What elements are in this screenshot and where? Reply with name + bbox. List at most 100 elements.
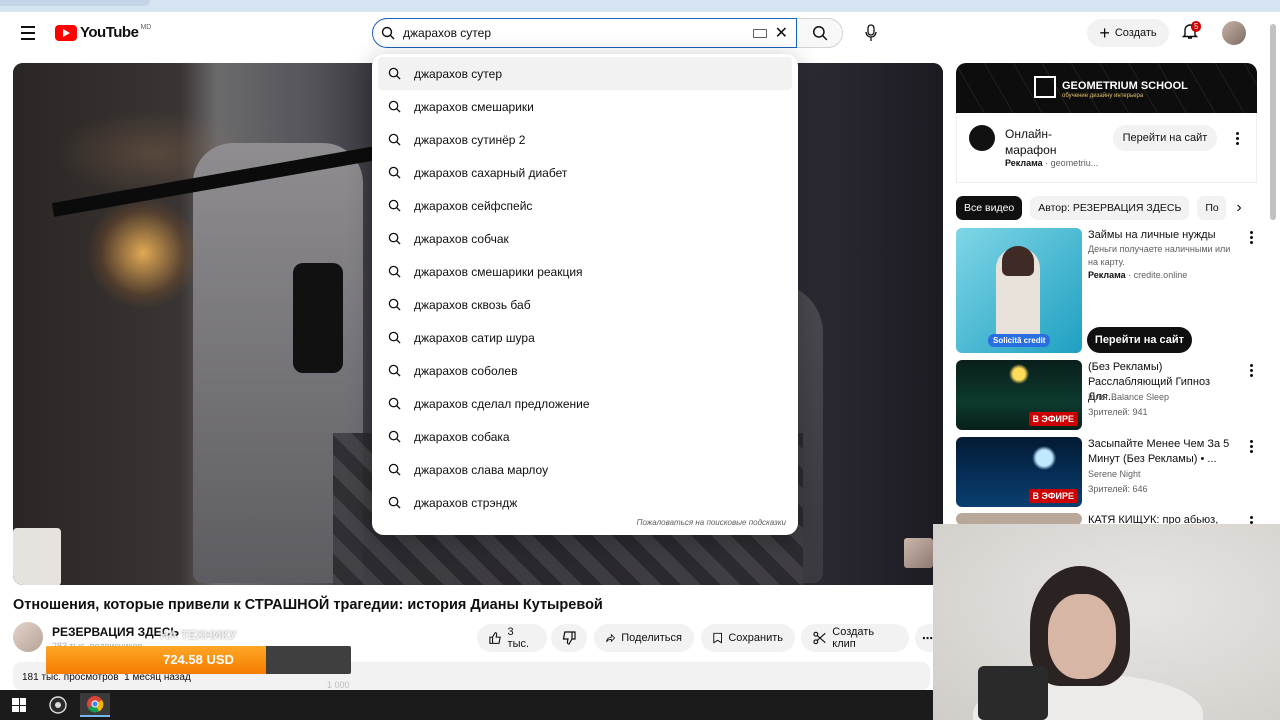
donation-progress-bar: 724.58 USD — [46, 646, 351, 674]
suggestion-item[interactable]: джарахов сделал предложение — [378, 387, 792, 420]
os-taskbar — [0, 690, 933, 720]
masthead: YouTube MD ✕ + Создать 5 — [0, 12, 1280, 54]
clear-search-button[interactable]: ✕ — [775, 23, 788, 43]
browser-active-tab[interactable] — [0, 0, 150, 6]
video-title: Отношения, которые привели к СТРАШНОЙ тр… — [13, 597, 603, 613]
suggestion-text: джарахов сутинёр 2 — [414, 132, 526, 147]
suggestion-text: джарахов сахарный диабет — [414, 165, 568, 180]
suggestion-text: джарахов сквозь баб — [414, 297, 531, 312]
overlay-avatar — [904, 538, 933, 568]
suggestion-text: джарахов сатир шура — [414, 330, 535, 345]
suggestion-item[interactable]: джарахов слава марлоу — [378, 453, 792, 486]
search-icon — [388, 199, 414, 212]
suggestion-item[interactable]: джарахов сутинёр 2 — [378, 123, 792, 156]
rec-item[interactable]: В ЭФИРЕ (Без Рекламы) Расслабляющий Гипн… — [956, 360, 1256, 430]
rec-viewers: Зрителей: 646 — [1088, 484, 1148, 494]
suggestion-item[interactable]: джарахов смешарики — [378, 90, 792, 123]
rec-ad-cta-button[interactable]: Перейти на сайт — [1087, 327, 1192, 353]
search-box: ✕ — [372, 18, 797, 48]
suggestion-item[interactable]: джарахов сатир шура — [378, 321, 792, 354]
notifications-button[interactable]: 5 — [1180, 21, 1204, 45]
search-icon — [388, 430, 414, 443]
channel-avatar[interactable] — [13, 622, 43, 652]
thumbs-down-icon — [562, 631, 576, 645]
search-suggestions: джарахов сутер джарахов смешарики джарах… — [372, 54, 798, 535]
suggestion-item[interactable]: джарахов сутер — [378, 57, 792, 90]
more-vert-icon[interactable] — [1246, 231, 1256, 244]
create-label: Создать — [1114, 27, 1157, 39]
suggestion-item[interactable]: джарахов собчак — [378, 222, 792, 255]
live-badge: В ЭФИРЕ — [1028, 412, 1078, 426]
search-button[interactable] — [797, 18, 843, 48]
more-vert-icon[interactable] — [1246, 440, 1256, 453]
country-code: MD — [140, 24, 152, 31]
thumb-caption: Solicită credit — [988, 334, 1051, 347]
ad-meta: Реклама · geometriu... — [1005, 158, 1099, 168]
rec-viewers: Зрителей: 941 — [1088, 407, 1148, 417]
search-icon — [388, 496, 414, 509]
keyboard-icon[interactable] — [752, 28, 767, 38]
play-logo-icon — [55, 24, 77, 41]
chip-more[interactable]: По — [1197, 196, 1227, 220]
voice-search-button[interactable] — [855, 18, 887, 48]
suggestion-text: джарахов соболев — [414, 363, 518, 378]
suggestion-item[interactable]: джарахов стрэндж — [378, 486, 792, 519]
taskbar-obs-icon[interactable] — [43, 693, 73, 717]
search-input[interactable] — [403, 26, 753, 40]
windows-start-icon[interactable] — [12, 698, 26, 712]
rec-ad-meta: Реклама · credite.online — [1088, 270, 1188, 280]
share-label: Поделиться — [621, 632, 682, 644]
ad-title: Онлайн-марафон — [1005, 127, 1057, 157]
suggestion-text: джарахов собчак — [414, 231, 509, 246]
suggestion-item[interactable]: джарахов сахарный диабет — [378, 156, 792, 189]
more-vert-icon[interactable] — [1246, 516, 1256, 524]
menu-icon[interactable] — [17, 22, 39, 44]
brand-logo-icon — [1034, 76, 1056, 98]
microphone-icon — [865, 24, 877, 41]
rec-thumbnail: Solicită credit — [956, 228, 1082, 353]
chip-all-videos[interactable]: Все видео — [956, 196, 1023, 220]
suggestion-item[interactable]: джарахов сквозь баб — [378, 288, 792, 321]
report-suggestions-link[interactable]: Пожаловаться на поисковые подсказки — [637, 518, 786, 527]
search-icon — [388, 232, 414, 245]
rec-item[interactable]: В ЭФИРЕ Засыпайте Менее Чем За 5 Минут (… — [956, 437, 1256, 507]
more-actions-button[interactable]: ⋯ — [915, 624, 933, 652]
suggestion-item[interactable]: джарахов сейфспейс — [378, 189, 792, 222]
chip-author[interactable]: Автор: РЕЗЕРВАЦИЯ ЗДЕСЬ — [1030, 196, 1190, 220]
create-clip-button[interactable]: Создать клип — [801, 624, 909, 652]
webcam-noodle-cup — [978, 666, 1048, 720]
suggestion-text: джарахов слава марлоу — [414, 462, 549, 477]
dislike-button[interactable] — [551, 624, 587, 652]
suggestion-item[interactable]: джарахов собака — [378, 420, 792, 453]
like-button[interactable]: 3 тыс. — [477, 624, 547, 652]
more-vert-icon[interactable] — [1246, 364, 1256, 377]
rec-channel: Serene Night — [1088, 469, 1141, 479]
account-avatar[interactable] — [1222, 21, 1246, 45]
chevron-right-icon[interactable]: › — [1226, 196, 1252, 220]
youtube-logo[interactable]: YouTube MD — [55, 24, 151, 41]
search-icon — [388, 100, 414, 113]
suggestion-text: джарахов сейфспейс — [414, 198, 533, 213]
suggestion-text: джарахов смешарики — [414, 99, 534, 114]
save-label: Сохранить — [728, 632, 783, 644]
filter-chips: Все видео Автор: РЕЗЕРВАЦИЯ ЗДЕСЬ По — [956, 196, 1256, 220]
search-icon — [388, 67, 414, 80]
ad-label: Реклама — [1005, 158, 1043, 168]
ad-visit-button[interactable]: Перейти на сайт — [1113, 125, 1217, 151]
share-icon — [606, 633, 616, 643]
save-button[interactable]: Сохранить — [701, 624, 795, 652]
taskbar-chrome-icon[interactable] — [80, 693, 110, 717]
search-icon — [388, 397, 414, 410]
suggestion-item[interactable]: джарахов соболев — [378, 354, 792, 387]
more-vert-icon[interactable] — [1232, 132, 1242, 145]
rec-channel: Inner Balance Sleep — [1088, 392, 1170, 402]
search-icon — [388, 463, 414, 476]
create-button[interactable]: + Создать — [1087, 19, 1169, 47]
page-scrollbar[interactable] — [1270, 24, 1276, 220]
ad-banner[interactable]: GEOMETRIUM SCHOOL обучение дизайну интер… — [956, 63, 1257, 113]
rec-title: Засыпайте Менее Чем За 5 Минут (Без Рекл… — [1088, 438, 1230, 465]
share-button[interactable]: Поделиться — [594, 624, 694, 652]
suggestion-item[interactable]: джарахов смешарики реакция — [378, 255, 792, 288]
ad-brand: GEOMETRIUM SCHOOL — [1062, 80, 1188, 92]
logo-text: YouTube — [80, 24, 139, 41]
